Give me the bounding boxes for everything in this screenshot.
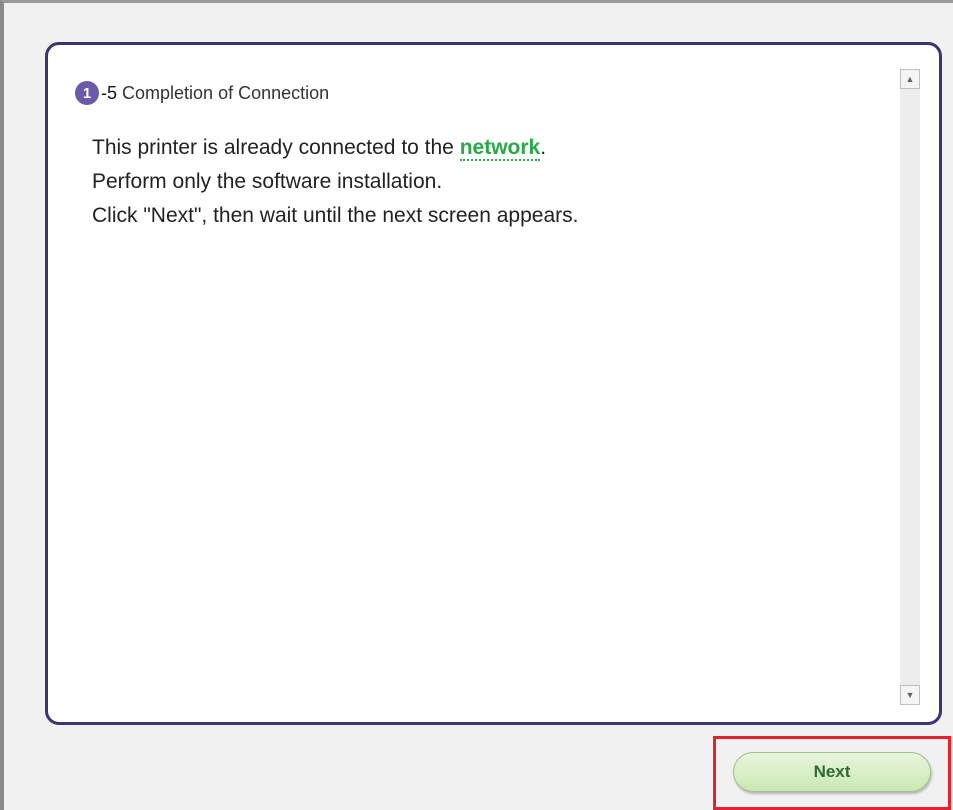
scroll-down-icon[interactable]: ▼ bbox=[900, 685, 920, 705]
installer-window: 1 -5 Completion of Connection This print… bbox=[0, 0, 953, 810]
scroll-track[interactable] bbox=[900, 89, 920, 685]
instructions-text: This printer is already connected to the… bbox=[92, 131, 578, 233]
step-substep-number: -5 bbox=[101, 82, 118, 103]
step-header: 1 -5 Completion of Connection bbox=[75, 81, 329, 105]
network-link[interactable]: network bbox=[459, 136, 541, 161]
scroll-up-icon[interactable]: ▲ bbox=[900, 69, 920, 89]
instruction-line-2: Perform only the software installation. bbox=[92, 170, 443, 193]
vertical-scrollbar[interactable]: ▲ ▼ bbox=[900, 69, 920, 705]
instruction-line-3: Click "Next", then wait until the next s… bbox=[92, 204, 579, 227]
instruction-line-1-period: . bbox=[540, 136, 547, 159]
instruction-line-1-text: This printer is already connected to the bbox=[92, 136, 460, 159]
content-panel: 1 -5 Completion of Connection This print… bbox=[45, 42, 942, 725]
step-title: Completion of Connection bbox=[122, 82, 330, 103]
next-button[interactable]: Next bbox=[733, 752, 931, 792]
instruction-line-1: This printer is already connected to the… bbox=[92, 131, 578, 165]
next-button-highlight: Next bbox=[713, 736, 951, 810]
step-number-badge: 1 bbox=[75, 81, 99, 105]
